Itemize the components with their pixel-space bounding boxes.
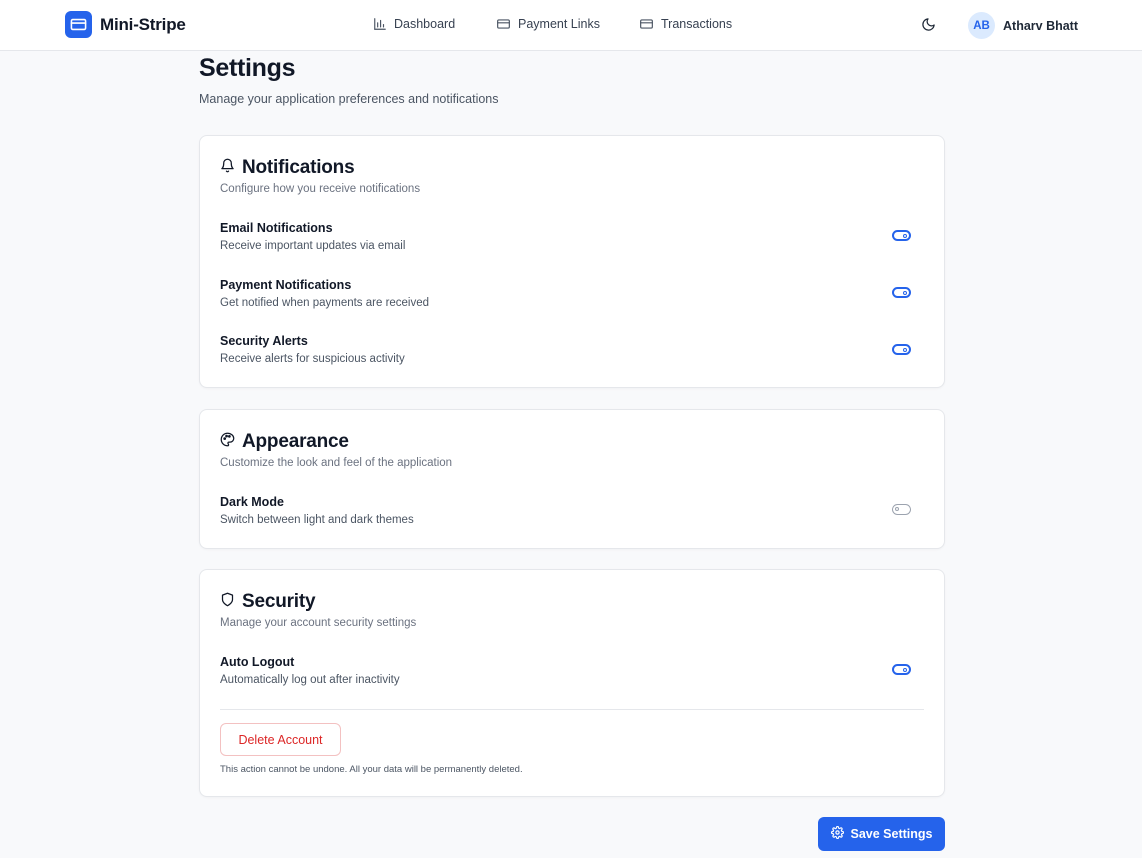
setting-title: Security Alerts (220, 334, 308, 348)
security-alerts-toggle[interactable] (892, 344, 911, 355)
section-title: Notifications (242, 157, 355, 178)
nav-link-payment-links[interactable]: Payment Links (496, 17, 600, 31)
setting-title: Auto Logout (220, 655, 295, 669)
page-subtitle: Manage your application preferences and … (199, 92, 499, 106)
toggle-knob (903, 667, 907, 672)
setting-description: Receive alerts for suspicious activity (220, 353, 405, 365)
section-description: Customize the look and feel of the appli… (220, 457, 453, 469)
section-title: Appearance (242, 431, 349, 452)
user-name: Atharv Bhatt (1003, 18, 1079, 33)
credit-card-icon (496, 17, 511, 31)
nav-link-transactions[interactable]: Transactions (639, 17, 732, 31)
nav-link-label: Dashboard (394, 17, 456, 31)
security-card: Security Manage your account security se… (199, 569, 945, 797)
section-title: Security (242, 591, 316, 612)
setting-description: Switch between light and dark themes (220, 514, 414, 526)
toggle-knob (903, 233, 907, 238)
shield-icon (220, 592, 235, 612)
setting-title: Dark Mode (220, 495, 284, 509)
user-menu[interactable]: AB Atharv Bhatt (968, 12, 1078, 39)
page-title: Settings (199, 54, 296, 82)
credit-card-icon (65, 11, 92, 38)
setting-title: Payment Notifications (220, 278, 352, 292)
setting-description: Receive important updates via email (220, 240, 406, 252)
section-description: Manage your account security settings (220, 617, 417, 629)
bell-icon (220, 158, 235, 178)
nav-link-label: Payment Links (518, 17, 600, 31)
appearance-card: Appearance Customize the look and feel o… (199, 409, 945, 549)
credit-card-icon (639, 17, 654, 31)
security-header: Security (220, 591, 316, 613)
gear-icon (830, 825, 844, 842)
setting-title: Email Notifications (220, 221, 333, 235)
email-notifications-toggle[interactable] (892, 230, 911, 241)
setting-description: Get notified when payments are received (220, 297, 430, 309)
toggle-knob (895, 507, 899, 511)
setting-description: Automatically log out after inactivity (220, 674, 400, 686)
palette-icon (220, 432, 235, 452)
save-settings-button[interactable]: Save Settings (818, 817, 945, 851)
auto-logout-toggle[interactable] (892, 664, 911, 675)
section-description: Configure how you receive notifications (220, 183, 421, 195)
payment-notifications-toggle[interactable] (892, 287, 911, 298)
appearance-header: Appearance (220, 431, 349, 453)
nav-link-label: Transactions (661, 17, 733, 31)
brand[interactable]: Mini-Stripe (65, 11, 186, 38)
brand-name: Mini-Stripe (100, 14, 186, 34)
nav-link-dashboard[interactable]: Dashboard (373, 17, 455, 31)
delete-account-button[interactable]: Delete Account (220, 723, 341, 756)
toggle-knob (903, 347, 907, 352)
divider (220, 709, 924, 710)
bar-chart-icon (373, 17, 387, 31)
top-navbar: Mini-Stripe Dashboard Payment Links Tran… (0, 0, 1142, 51)
toggle-knob (903, 290, 907, 295)
moon-icon[interactable] (921, 17, 936, 37)
avatar: AB (968, 12, 995, 39)
notifications-header: Notifications (220, 157, 355, 179)
save-settings-label: Save Settings (850, 827, 933, 841)
notifications-card: Notifications Configure how you receive … (199, 135, 945, 388)
delete-warning-text: This action cannot be undone. All your d… (220, 764, 523, 775)
dark-mode-toggle[interactable] (892, 504, 911, 515)
